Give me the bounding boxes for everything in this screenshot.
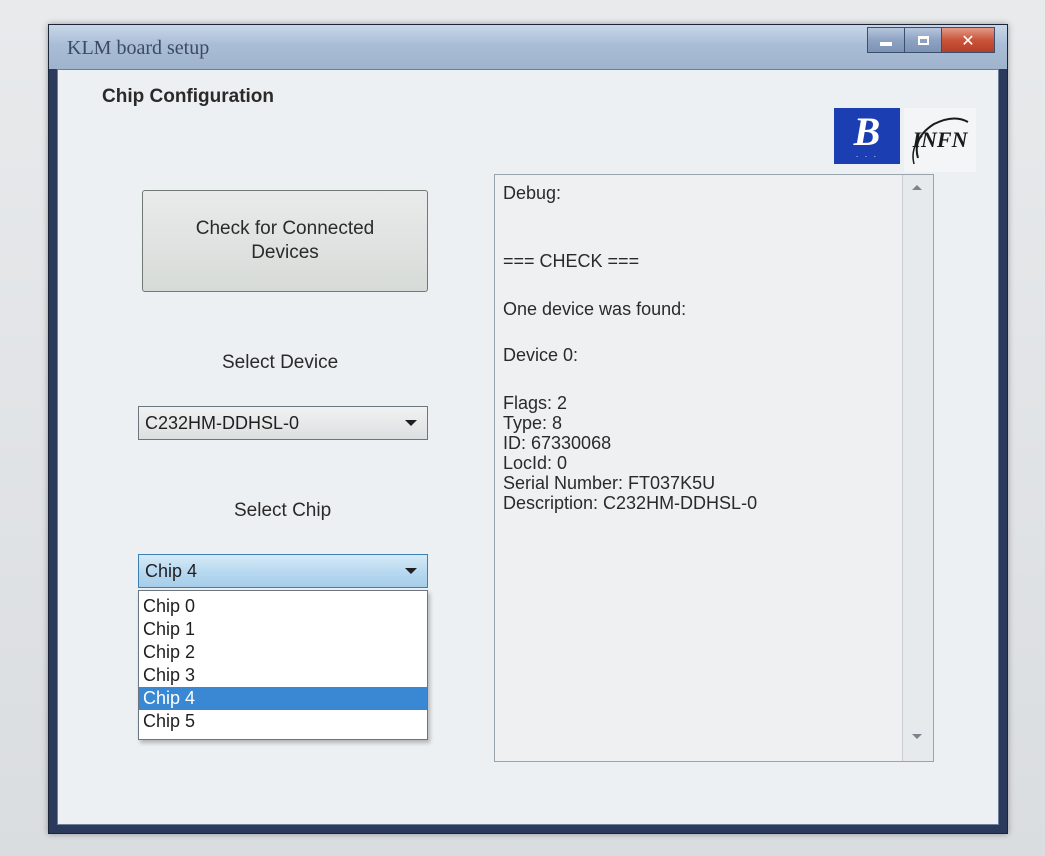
klm-board-setup-window: KLM board setup ✕ Chip Configuration B ·… — [48, 24, 1008, 834]
chip-option[interactable]: Chip 2 — [139, 641, 427, 664]
chip-select[interactable]: Chip 4 — [138, 554, 428, 588]
debug-line: Description: C232HM-DDHSL-0 — [503, 493, 758, 513]
scroll-up-arrow-icon[interactable] — [912, 185, 922, 190]
title-bar[interactable]: KLM board setup ✕ — [49, 25, 1007, 69]
select-device-label: Select Device — [222, 352, 339, 373]
debug-line: Flags: 2 — [503, 393, 568, 413]
debug-line: LocId: 0 — [503, 453, 568, 473]
chip-dropdown-list: Chip 0 Chip 1 Chip 2 Chip 3 Chip 4 Chip … — [138, 590, 428, 740]
select-chip-label: Select Chip — [234, 500, 332, 521]
chip-select-value: Chip 4 — [145, 560, 198, 581]
check-connected-devices-button[interactable]: Check for Connected Devices — [142, 190, 428, 292]
scroll-down-arrow-icon[interactable] — [912, 734, 922, 739]
window-title: KLM board setup — [67, 37, 210, 59]
maximize-icon — [917, 35, 929, 45]
belle-logo: B · · · — [834, 108, 900, 164]
chip-option[interactable]: Chip 1 — [139, 618, 427, 641]
belle-logo-sub: · · · — [855, 151, 879, 161]
infn-logo: INFN — [904, 108, 976, 172]
debug-line: Debug: — [503, 183, 562, 203]
debug-line: Type: 8 — [503, 413, 563, 433]
device-select[interactable]: C232HM-DDHSL-0 — [138, 406, 428, 440]
maximize-button[interactable] — [905, 27, 942, 53]
dropdown-arrow-icon — [405, 420, 417, 426]
debug-line: === CHECK === — [503, 251, 640, 271]
chip-option[interactable]: Chip 3 — [139, 664, 427, 687]
debug-line: Serial Number: FT037K5U — [503, 473, 716, 493]
panel-title: Chip Configuration — [102, 86, 275, 107]
chip-option-selected[interactable]: Chip 4 — [139, 687, 427, 710]
chip-option[interactable]: Chip 5 — [139, 710, 427, 733]
close-icon: ✕ — [961, 30, 975, 50]
minimize-button[interactable] — [867, 27, 905, 53]
dropdown-arrow-icon — [405, 568, 417, 574]
belle-logo-letter: B — [853, 108, 881, 154]
minimize-icon — [880, 42, 892, 46]
debug-line: ID: 67330068 — [503, 433, 612, 453]
client-area: Chip Configuration B · · · INFN Check fo… — [57, 69, 999, 825]
chip-option[interactable]: Chip 0 — [139, 595, 427, 618]
window-controls: ✕ — [867, 27, 995, 53]
close-button[interactable]: ✕ — [942, 27, 995, 53]
debug-output[interactable]: Debug: === CHECK === One device was foun… — [494, 174, 934, 762]
infn-logo-swoosh — [912, 117, 969, 165]
debug-line: Device 0: — [503, 345, 579, 365]
debug-line: One device was found: — [503, 299, 687, 319]
debug-scrollbar[interactable] — [902, 175, 933, 761]
device-select-value: C232HM-DDHSL-0 — [145, 412, 300, 433]
